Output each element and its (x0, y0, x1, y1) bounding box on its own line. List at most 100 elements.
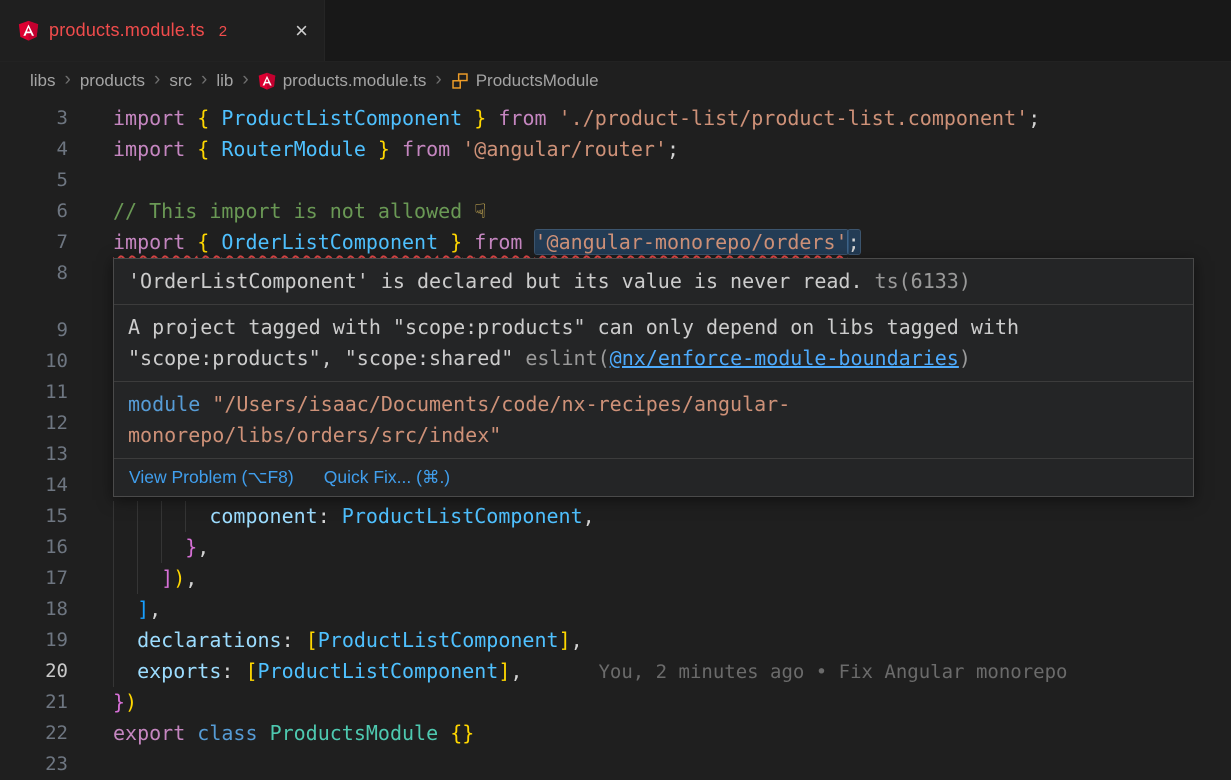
nx-enforce-module-boundaries-link[interactable]: @nx/enforce-module-boundaries (610, 346, 959, 370)
line-number-21[interactable]: 21 (0, 687, 68, 718)
line-number-15[interactable]: 15 (0, 501, 68, 532)
line-number-14[interactable]: 14 (0, 470, 68, 501)
code-line-5[interactable]: 5 (0, 165, 1231, 196)
pointing-down-emoji: ☟ (474, 199, 486, 223)
breadcrumb-item-src[interactable]: src (169, 71, 192, 91)
quick-fix-action[interactable]: Quick Fix... (⌘.) (324, 467, 450, 488)
code-line-19[interactable]: 19 declarations: [ProductListComponent], (0, 625, 1231, 656)
hover-status-bar: View Problem (⌥F8) Quick Fix... (⌘.) (114, 459, 1193, 496)
line-number-18[interactable]: 18 (0, 594, 68, 625)
code-token: ] (161, 566, 173, 590)
code-token (390, 137, 402, 161)
hover-text: ts(6133) (863, 269, 971, 293)
code-line-18[interactable]: 18 ], (0, 594, 1231, 625)
code-token: {} (450, 721, 474, 745)
line-number-6[interactable]: 6 (0, 196, 68, 227)
code-line-21[interactable]: 21}) (0, 687, 1231, 718)
line-number-9[interactable]: 9 (0, 315, 68, 346)
line-number-22[interactable]: 22 (0, 718, 68, 749)
code-token: from (402, 137, 462, 161)
code-text: import { ProductListComponent } from './… (113, 103, 1040, 134)
code-token: } (185, 535, 197, 559)
line-number-13[interactable]: 13 (0, 439, 68, 470)
code-line-23[interactable]: 23 (0, 749, 1231, 780)
code-token: [ (245, 659, 257, 683)
code-line-4[interactable]: 4import { RouterModule } from '@angular/… (0, 134, 1231, 165)
code-line-3[interactable]: 3 import { ProductListComponent } from '.… (0, 103, 1231, 134)
code-token: '@angular/router' (462, 137, 667, 161)
breadcrumb-item-libs[interactable]: libs (30, 71, 56, 91)
tab-bar: products.module.ts 2 × (0, 0, 1231, 62)
vscode-window: { "palette": { "kw": "#C586C0", "skw": "… (0, 0, 1231, 780)
tab-title: products.module.ts (49, 20, 205, 41)
code-token: ProductsModule (270, 721, 439, 745)
view-problem-action[interactable]: View Problem (⌥F8) (129, 467, 294, 488)
breadcrumb-item-products-module-ts[interactable]: products.module.ts (258, 71, 427, 91)
code-token: ] (559, 628, 571, 652)
code-token: import (113, 137, 197, 161)
line-number-16[interactable]: 16 (0, 532, 68, 563)
code-text: component: ProductListComponent, (113, 501, 595, 532)
line-number-3[interactable]: 3 (0, 103, 68, 134)
breadcrumb-label: ProductsModule (476, 71, 599, 91)
code-token: ] (137, 597, 149, 621)
tab-products-module[interactable]: products.module.ts 2 × (0, 0, 325, 61)
git-blame-annotation: You, 2 minutes ago • Fix Angular monorep… (598, 661, 1067, 683)
breadcrumb-item-lib[interactable]: lib (216, 71, 233, 91)
hover-text: eslint( (525, 346, 609, 370)
line-number-12[interactable]: 12 (0, 408, 68, 439)
code-token: , (571, 628, 583, 652)
line-number-4[interactable]: 4 (0, 134, 68, 165)
breadcrumb-item-products[interactable]: products (80, 71, 145, 91)
code-token: ProductListComponent (221, 106, 462, 130)
hover-text: "/Users/isaac/Documents/code/nx-recipes/… (128, 392, 790, 447)
hover-row-2: A project tagged with "scope:products" c… (114, 305, 1193, 382)
code-line-6[interactable]: 6// This import is not allowed ☟ (0, 196, 1231, 227)
code-text: import { OrderListComponent } from '@ang… (113, 227, 860, 258)
breadcrumb-label: src (169, 71, 192, 91)
code-token: ProductListComponent (318, 628, 559, 652)
code-token: : (221, 659, 245, 683)
code-token (258, 721, 270, 745)
code-text: declarations: [ProductListComponent], (113, 625, 583, 656)
code-text: ]), (113, 563, 197, 594)
breadcrumb-separator-icon: › (201, 69, 207, 91)
code-line-22[interactable]: 22export class ProductsModule {} (0, 718, 1231, 749)
code-line-15[interactable]: 15 component: ProductListComponent, (0, 501, 1231, 532)
line-number-11[interactable]: 11 (0, 377, 68, 408)
close-icon[interactable]: × (295, 20, 308, 42)
line-number-23[interactable]: 23 (0, 749, 68, 780)
code-token (113, 597, 137, 621)
code-text: }, (113, 532, 209, 563)
code-line-17[interactable]: 17 ]), (0, 563, 1231, 594)
code-token (185, 721, 197, 745)
code-token: , (197, 535, 209, 559)
hover-text: ) (959, 346, 971, 370)
code-token: exports (137, 659, 221, 683)
code-token: , (185, 566, 197, 590)
code-token: ProductListComponent (342, 504, 583, 528)
line-number-8[interactable]: 8 (0, 258, 68, 289)
class-symbol-icon (451, 72, 469, 90)
code-token: ; (848, 230, 860, 254)
code-token (438, 721, 450, 745)
code-line-16[interactable]: 16 }, (0, 532, 1231, 563)
line-number-19[interactable]: 19 (0, 625, 68, 656)
line-number-20[interactable]: 20 (0, 656, 68, 687)
code-token: , (510, 659, 522, 683)
code-token: , (583, 504, 595, 528)
line-number-10[interactable]: 10 (0, 346, 68, 377)
line-number-17[interactable]: 17 (0, 563, 68, 594)
code-token: } (438, 230, 462, 254)
breadcrumb: libs›products›src›lib›products.module.ts… (0, 62, 1231, 100)
line-number-7[interactable]: 7 (0, 227, 68, 258)
breadcrumb-item-productsmodule[interactable]: ProductsModule (451, 71, 599, 91)
code-line-7[interactable]: 7 import { OrderListComponent } from '@an… (0, 227, 1231, 258)
code-token: ) (125, 690, 137, 714)
code-token: } (113, 690, 125, 714)
line-number-5[interactable]: 5 (0, 165, 68, 196)
code-line-20[interactable]: 20 exports: [ProductListComponent],You, … (0, 656, 1231, 687)
code-token (113, 566, 161, 590)
code-token: RouterModule (221, 137, 366, 161)
editor[interactable]: 3 import { ProductListComponent } from '.… (0, 100, 1231, 780)
